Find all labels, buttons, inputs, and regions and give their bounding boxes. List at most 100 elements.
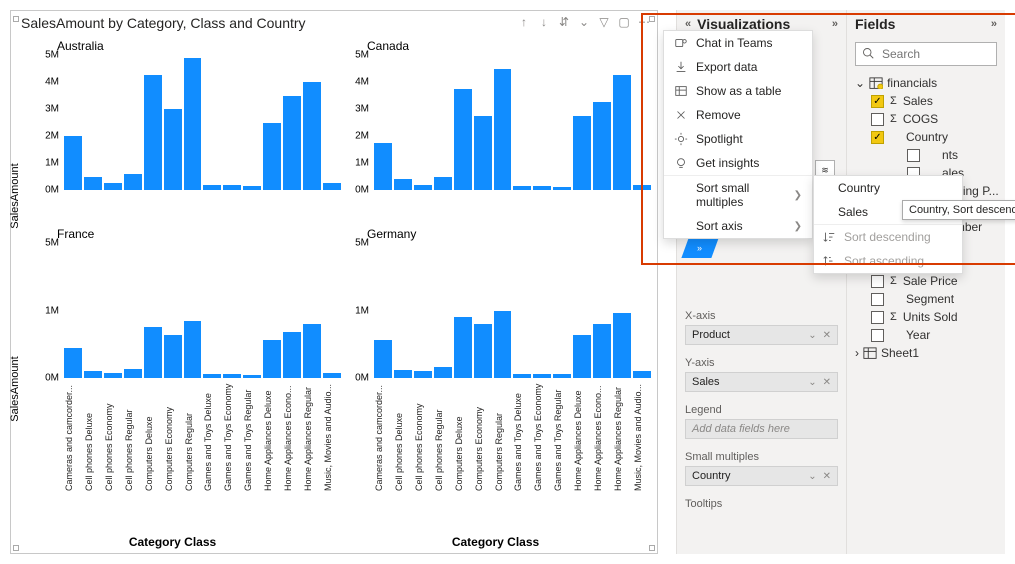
visual-context-menu[interactable]: Chat in TeamsExport dataShow as a tableR… (663, 30, 813, 239)
bar[interactable] (434, 367, 452, 378)
bar[interactable] (283, 332, 301, 378)
bar[interactable] (613, 313, 631, 378)
bar[interactable] (64, 136, 82, 190)
bar[interactable] (374, 143, 392, 190)
bar[interactable] (323, 373, 341, 378)
bar[interactable] (553, 187, 571, 190)
menu-item-spotlight[interactable]: Spotlight (664, 127, 812, 151)
bar[interactable] (434, 177, 452, 191)
bar[interactable] (84, 371, 102, 378)
checkbox[interactable] (871, 131, 884, 144)
bar[interactable] (573, 335, 591, 378)
checkbox[interactable] (871, 113, 884, 126)
bar[interactable] (203, 185, 221, 190)
fields-search[interactable] (855, 42, 997, 66)
chevron-down-icon[interactable]: ⌄ (808, 471, 816, 482)
field-segment[interactable]: Segment (851, 290, 1001, 308)
bar[interactable] (104, 373, 122, 378)
bar[interactable] (184, 58, 202, 190)
bar[interactable] (243, 375, 261, 378)
remove-icon[interactable]: ✕ (823, 471, 831, 482)
menu-item-export-data[interactable]: Export data (664, 55, 812, 79)
field-nts[interactable]: nts (851, 146, 1001, 164)
bar[interactable] (494, 69, 512, 191)
menu-item-sort-small-multiples[interactable]: Sort small multiples❯ (664, 175, 812, 214)
chevron-down-icon[interactable]: ⌄ (808, 377, 816, 388)
checkbox[interactable] (871, 329, 884, 342)
collapse-icon[interactable]: « (685, 18, 691, 30)
bar[interactable] (84, 177, 102, 191)
field-sales[interactable]: ΣSales (851, 92, 1001, 110)
chevron-down-icon[interactable]: ⌄ (808, 330, 816, 341)
bar[interactable] (374, 340, 392, 378)
bar[interactable] (323, 183, 341, 190)
bar[interactable] (454, 89, 472, 190)
legend-drop-target[interactable]: Add data fields here (685, 419, 838, 439)
bar[interactable] (263, 340, 281, 378)
table-sheet1[interactable]: ›Sheet1 (851, 344, 1001, 362)
bar[interactable] (64, 348, 82, 378)
field-sale-price[interactable]: ΣSale Price (851, 272, 1001, 290)
filter-icon[interactable]: ▽ (597, 15, 611, 29)
bar[interactable] (414, 371, 432, 378)
field-country[interactable]: Country (851, 128, 1001, 146)
bar[interactable] (394, 370, 412, 378)
bar[interactable] (474, 116, 492, 190)
drill-down-icon[interactable]: ↓ (537, 15, 551, 29)
bar[interactable] (454, 317, 472, 378)
y-axis-pill[interactable]: Sales ⌄✕ (685, 372, 838, 392)
bar[interactable] (553, 374, 571, 378)
expand-icon[interactable]: » (991, 18, 997, 30)
checkbox[interactable] (871, 95, 884, 108)
small-multiples-pill[interactable]: Country ⌄✕ (685, 466, 838, 486)
bar[interactable] (593, 102, 611, 190)
bar[interactable] (513, 186, 531, 190)
chart-visual[interactable]: SalesAmount by Category, Class and Count… (10, 10, 658, 554)
bar[interactable] (164, 109, 182, 190)
more-options-icon[interactable]: ⋯ (637, 15, 651, 29)
drill-up-icon[interactable]: ↑ (517, 15, 531, 29)
expand-level-icon[interactable]: ⌄ (577, 15, 591, 29)
bar[interactable] (303, 324, 321, 378)
field-year[interactable]: Year (851, 326, 1001, 344)
bar[interactable] (124, 174, 142, 190)
bar[interactable] (633, 371, 651, 378)
remove-icon[interactable]: ✕ (823, 377, 831, 388)
bar[interactable] (184, 321, 202, 378)
bar[interactable] (203, 374, 221, 378)
menu-item-remove[interactable]: Remove (664, 103, 812, 127)
bar[interactable] (124, 369, 142, 378)
bar[interactable] (613, 75, 631, 190)
remove-icon[interactable]: ✕ (823, 330, 831, 341)
field-cogs[interactable]: ΣCOGS (851, 110, 1001, 128)
bar[interactable] (394, 179, 412, 190)
field-units-sold[interactable]: ΣUnits Sold (851, 308, 1001, 326)
bar[interactable] (223, 185, 241, 190)
expand-icon[interactable]: » (832, 18, 838, 30)
resize-handle[interactable] (13, 16, 19, 22)
focus-mode-icon[interactable]: ▢ (617, 15, 631, 29)
drill-hierarchy-icon[interactable]: ⇵ (557, 15, 571, 29)
bar[interactable] (243, 186, 261, 190)
checkbox[interactable] (871, 293, 884, 306)
bar[interactable] (223, 374, 241, 378)
checkbox[interactable] (871, 275, 884, 288)
bar[interactable] (593, 324, 611, 378)
bar[interactable] (633, 185, 651, 190)
bar[interactable] (164, 335, 182, 378)
bar[interactable] (303, 82, 321, 190)
x-axis-pill[interactable]: Product ⌄✕ (685, 325, 838, 345)
submenu-item-country[interactable]: Country (814, 176, 962, 200)
menu-item-sort-axis[interactable]: Sort axis❯ (664, 214, 812, 238)
bar[interactable] (494, 311, 512, 379)
bar[interactable] (104, 183, 122, 190)
checkbox[interactable] (907, 149, 920, 162)
bar[interactable] (533, 186, 551, 190)
menu-item-chat-in-teams[interactable]: Chat in Teams (664, 31, 812, 55)
menu-item-get-insights[interactable]: Get insights (664, 151, 812, 175)
bar[interactable] (283, 96, 301, 191)
pane-header[interactable]: Fields » (847, 10, 1005, 38)
bar[interactable] (144, 75, 162, 190)
bar[interactable] (573, 116, 591, 190)
bar[interactable] (414, 185, 432, 190)
